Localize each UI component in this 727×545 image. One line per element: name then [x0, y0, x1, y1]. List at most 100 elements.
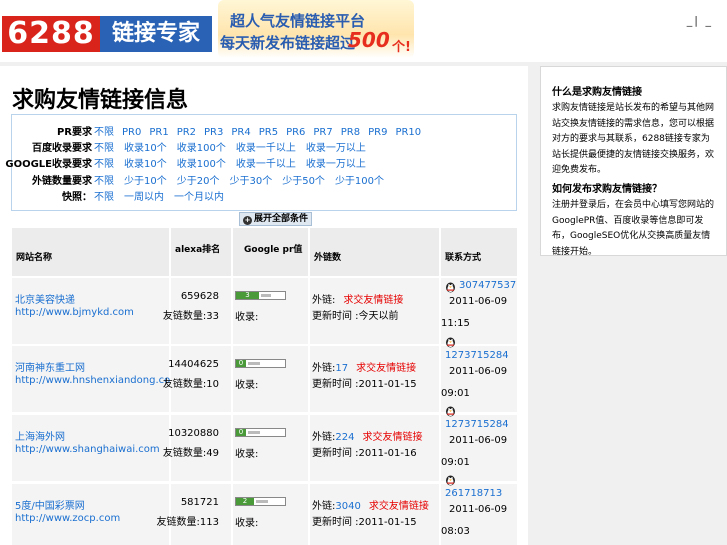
- header-links: 外链数: [314, 253, 342, 263]
- index-count: 收录:: [235, 518, 259, 529]
- expand-all-button[interactable]: + 展开全部条件: [239, 212, 313, 226]
- logo-number[interactable]: 6288: [2, 16, 100, 52]
- filter-option[interactable]: 少于50个: [282, 176, 325, 187]
- table-row: 上海海外网 http://www.shanghaiwai.com 10320880 友…: [12, 406, 517, 481]
- qq-number-link[interactable]: 1273715284: [445, 350, 509, 361]
- filter-label: 百度收录要求: [32, 143, 92, 154]
- pagerank-track: [261, 294, 271, 297]
- filter-option[interactable]: 收录一千以上: [236, 143, 296, 154]
- qq-penguin-icon[interactable]: [445, 474, 456, 486]
- site-url-link[interactable]: http://www.hnshenxiandong.com: [15, 375, 180, 386]
- filter-option[interactable]: PR8: [341, 127, 360, 138]
- alexa-rank: 10320880: [168, 428, 219, 439]
- filter-option[interactable]: PR7: [313, 127, 332, 138]
- slogan-line2: 每天新发布链接超过: [220, 34, 356, 52]
- filter-option[interactable]: 不限: [94, 159, 114, 170]
- update-time: 更新时间 :2011-01-15: [312, 379, 417, 390]
- filter-option[interactable]: 少于30个: [229, 176, 272, 187]
- qq-number-link[interactable]: 261718713: [445, 488, 502, 499]
- links-count-link[interactable]: 17: [335, 363, 348, 374]
- filter-label: PR要求: [56, 127, 92, 138]
- links-count-link[interactable]: 3040: [335, 501, 360, 512]
- pagerank-fill: 0: [236, 429, 246, 436]
- filter-option[interactable]: 收录10个: [124, 143, 167, 154]
- table-row: 5度/中国彩票网 http://www.zocp.com 581721 友链数量:11…: [12, 475, 517, 545]
- alexa-rank: 14404625: [168, 359, 219, 370]
- filter-option[interactable]: 收录一万以上: [306, 143, 366, 154]
- site-url-link[interactable]: http://www.zocp.com: [15, 513, 120, 524]
- filter-option[interactable]: 收录一千以上: [236, 159, 296, 170]
- filter-option[interactable]: 收录一万以上: [306, 159, 366, 170]
- table-header: 网站名称 alexa排名 Google pr值 外链数 联系方式: [12, 228, 517, 276]
- qq-number-link[interactable]: 307477537: [459, 280, 516, 291]
- links-label: 外链:: [312, 501, 336, 512]
- filter-option[interactable]: PR10: [395, 127, 421, 138]
- filter-option[interactable]: 不限: [94, 176, 114, 187]
- friend-link-count: 友链数量:10: [162, 379, 219, 390]
- links-line: 外链: 求交友情链接: [312, 291, 403, 306]
- header-alexa: alexa排名: [175, 245, 221, 255]
- sidebar-text-how: 注册并登录后，在会员中心填写您网站的GooglePR值、百度收录等信息即可发布，…: [552, 200, 715, 257]
- table-row: 北京美容快递 http://www.bjmykd.com 659628 友链数量:33…: [12, 278, 517, 344]
- site-url-link[interactable]: http://www.shanghaiwai.com: [15, 444, 160, 455]
- filter-option[interactable]: PR5: [259, 127, 278, 138]
- filter-option[interactable]: PR1: [149, 127, 168, 138]
- filter-option[interactable]: PR2: [177, 127, 196, 138]
- filter-row-snapshot: 快照： 不限 一周以内 一个月以内: [12, 188, 518, 204]
- site-url-link[interactable]: http://www.bjmykd.com: [15, 307, 134, 318]
- alexa-rank: 659628: [180, 291, 219, 302]
- filter-option[interactable]: 收录100个: [177, 159, 226, 170]
- filter-label: 快照：: [62, 192, 92, 203]
- filter-option[interactable]: 收录10个: [124, 159, 167, 170]
- alexa-rank: 581721: [180, 497, 219, 508]
- request-note: 求交友情链接: [356, 363, 417, 374]
- filter-option[interactable]: 不限: [94, 127, 114, 138]
- friend-link-count: 友链数量:33: [162, 311, 219, 322]
- filter-label: 外链数量要求: [32, 176, 92, 187]
- filter-option[interactable]: 一个月以内: [174, 192, 224, 203]
- filter-option[interactable]: PR9: [368, 127, 387, 138]
- update-time: 更新时间 :今天以前: [312, 311, 399, 322]
- post-time: 08:03: [441, 526, 470, 537]
- filter-option[interactable]: PR4: [231, 127, 250, 138]
- site-name-link[interactable]: 北京美容快递: [15, 291, 75, 306]
- sidebar-text-what: 求购友情链接是站长发布的希望与其他网站交换友情链接的需求信息，您可以根据对方的要…: [552, 103, 715, 175]
- post-time: 09:01: [441, 388, 470, 399]
- pagerank-fill: 0: [236, 360, 246, 367]
- filter-option[interactable]: PR3: [204, 127, 223, 138]
- site-name-link[interactable]: 河南神东重工网: [15, 359, 85, 374]
- filter-option[interactable]: 一周以内: [124, 192, 164, 203]
- filter-option[interactable]: 少于100个: [335, 176, 384, 187]
- filter-option[interactable]: PR6: [286, 127, 305, 138]
- top-links[interactable]: _| _: [687, 14, 713, 27]
- links-count-link[interactable]: 224: [335, 432, 354, 443]
- filter-option[interactable]: 收录100个: [177, 143, 226, 154]
- qq-penguin-icon[interactable]: [445, 336, 456, 348]
- header: 6288 链接专家 超人气友情链接平台 每天新发布链接超过 500 个! _| …: [0, 0, 727, 62]
- site-name-link[interactable]: 上海海外网: [15, 428, 65, 443]
- sidebar-title-what: 什么是求购友情链接: [552, 87, 642, 98]
- slogan-line1: 超人气友情链接平台: [230, 12, 366, 30]
- expand-label: 展开全部条件: [254, 214, 309, 224]
- pagerank-fill: 3: [236, 292, 259, 299]
- filter-option[interactable]: 不限: [94, 192, 114, 203]
- friend-link-count: 友链数量:49: [162, 448, 219, 459]
- qq-number-link[interactable]: 1273715284: [445, 419, 509, 430]
- update-time: 更新时间 :2011-01-15: [312, 517, 417, 528]
- sidebar-title-how: 如何发布求购友情链接？: [552, 184, 662, 195]
- main-panel: 求购友情链接信息 PR要求 不限 PR0 PR1 PR2 PR3 PR4 PR5 PR6 PR7…: [0, 66, 528, 545]
- qq-penguin-icon[interactable]: [445, 281, 456, 293]
- logo-text[interactable]: 链接专家: [100, 16, 212, 52]
- index-count: 收录:: [235, 449, 259, 460]
- filter-option[interactable]: PR0: [122, 127, 141, 138]
- site-name-link[interactable]: 5度/中国彩票网: [15, 497, 85, 512]
- filter-option[interactable]: 不限: [94, 143, 114, 154]
- friend-link-count: 友链数量:113: [156, 517, 219, 528]
- header-pr: Google pr值: [244, 245, 303, 255]
- post-date: 2011-06-09: [449, 366, 508, 377]
- filter-option[interactable]: 少于10个: [124, 176, 167, 187]
- filter-option[interactable]: 少于20个: [177, 176, 220, 187]
- links-line: 外链:17 求交友情链接: [312, 359, 416, 374]
- qq-penguin-icon[interactable]: [445, 405, 456, 417]
- page-title: 求购友情链接信息: [12, 88, 189, 113]
